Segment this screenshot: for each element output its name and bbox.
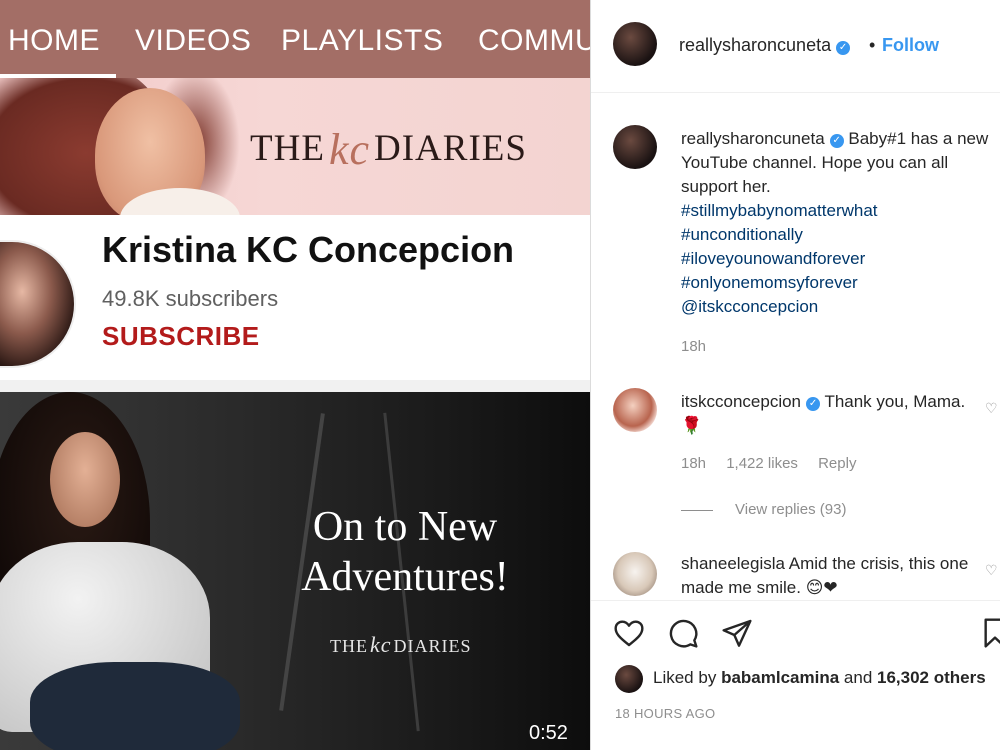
liked-by-and: and xyxy=(843,668,873,687)
post-caption: reallysharoncuneta ✓ Baby#1 has a new You… xyxy=(681,127,996,319)
post-header: reallysharoncuneta ✓ • Follow xyxy=(591,0,1000,93)
view-replies-divider xyxy=(681,510,713,511)
liked-by-avatar[interactable] xyxy=(615,665,643,693)
youtube-channel-panel: HOME VIDEOS PLAYLISTS COMMU THEkc DIARIES… xyxy=(0,0,590,750)
separator-dot: • xyxy=(869,35,876,55)
comment-username[interactable]: itskcconcepcion xyxy=(681,392,801,411)
reply-button[interactable]: Reply xyxy=(818,455,856,472)
verified-badge-icon: ✓ xyxy=(829,134,844,148)
tab-videos[interactable]: VIDEOS xyxy=(135,24,251,58)
video-photo-jeans xyxy=(30,662,240,750)
commenter-avatar[interactable] xyxy=(613,388,657,432)
author-avatar[interactable] xyxy=(613,22,657,66)
banner-logo-diaries: DIARIES xyxy=(374,128,527,169)
channel-banner: THEkc DIARIES xyxy=(0,78,590,215)
comment-bubble-icon[interactable] xyxy=(667,617,699,649)
like-heart-icon[interactable] xyxy=(613,617,645,649)
comment-username[interactable]: shaneelegisla xyxy=(681,554,785,573)
caption-author-avatar[interactable] xyxy=(613,125,657,169)
mention-link[interactable]: @itskcconcepcion xyxy=(681,295,996,319)
caption-username[interactable]: reallysharoncuneta xyxy=(681,129,825,148)
video-title-line-1: On to New xyxy=(312,504,498,550)
channel-info: Kristina KC Concepcion 49.8K subscribers… xyxy=(0,215,590,380)
comment: shaneelegisla Amid the crisis, this one … xyxy=(681,552,981,600)
video-photo-face xyxy=(50,432,120,527)
liked-by-summary[interactable]: Liked by babamlcamina and 16,302 others xyxy=(653,668,986,688)
author-username[interactable]: reallysharoncuneta ✓ xyxy=(679,35,851,56)
video-logo-the: THE xyxy=(330,636,368,656)
comment-like-count[interactable]: 1,422 likes xyxy=(726,455,798,472)
save-bookmark-icon[interactable] xyxy=(983,617,1000,649)
hashtag-link[interactable]: #iloveyounowandforever xyxy=(681,247,996,271)
verified-badge-icon: ✓ xyxy=(806,397,821,411)
video-title-line-2: Adventures! xyxy=(301,554,509,600)
share-paper-plane-icon[interactable] xyxy=(721,617,753,649)
liked-by-prefix: Liked by xyxy=(653,668,717,687)
featured-video-thumbnail[interactable]: On to New Adventures! THEkc DIARIES 0:52 xyxy=(0,392,590,750)
instagram-post-panel: reallysharoncuneta ✓ • Follow reallysharo… xyxy=(590,0,1000,750)
view-replies-button[interactable]: View replies (93) xyxy=(735,501,846,518)
comment: itskcconcepcion ✓ Thank you, Mama. 🌹 xyxy=(681,390,981,438)
channel-tab-bar: HOME VIDEOS PLAYLISTS COMMU xyxy=(0,0,590,78)
caption-timestamp[interactable]: 18h xyxy=(681,338,706,355)
liked-by-user[interactable]: babamlcamina xyxy=(721,668,839,687)
verified-badge-icon: ✓ xyxy=(836,41,851,55)
follow-button[interactable]: Follow xyxy=(882,35,939,56)
hashtag-link[interactable]: #unconditionally xyxy=(681,223,996,247)
banner-logo-the: THE xyxy=(250,128,325,169)
commenter-avatar[interactable] xyxy=(613,552,657,596)
video-duration: 0:52 xyxy=(529,722,568,744)
video-logo-diaries: DIARIES xyxy=(393,636,472,656)
liked-by-others[interactable]: 16,302 others xyxy=(877,668,986,687)
video-logo: THEkc DIARIES xyxy=(330,632,472,658)
banner-logo: THEkc DIARIES xyxy=(250,120,527,174)
post-actions-bar: Liked by babamlcamina and 16,302 others … xyxy=(591,600,1000,750)
hashtag-link[interactable]: #stillmybabynomatterwhat xyxy=(681,199,996,223)
subscribe-button[interactable]: SUBSCRIBE xyxy=(102,321,260,352)
author-username-text[interactable]: reallysharoncuneta xyxy=(679,35,831,55)
comment-meta: 18h 1,422 likes Reply xyxy=(681,455,872,472)
channel-name: Kristina KC Concepcion xyxy=(102,229,515,270)
hashtag-link[interactable]: #onlyonemomsyforever xyxy=(681,271,996,295)
banner-logo-mark: kc xyxy=(328,125,370,174)
comment-timestamp[interactable]: 18h xyxy=(681,455,706,472)
video-title-overlay: On to New Adventures! xyxy=(250,502,560,602)
tab-home[interactable]: HOME xyxy=(8,24,100,58)
subscriber-count: 49.8K subscribers xyxy=(102,286,279,311)
video-logo-mark: kc xyxy=(370,632,392,657)
comment-like-heart-icon[interactable]: ♡ xyxy=(985,562,998,579)
channel-avatar[interactable] xyxy=(0,240,76,368)
post-timestamp[interactable]: 18 HOURS AGO xyxy=(615,706,715,721)
comment-like-heart-icon[interactable]: ♡ xyxy=(985,400,998,417)
tab-community[interactable]: COMMU xyxy=(478,24,590,58)
tab-playlists[interactable]: PLAYLISTS xyxy=(281,24,443,58)
